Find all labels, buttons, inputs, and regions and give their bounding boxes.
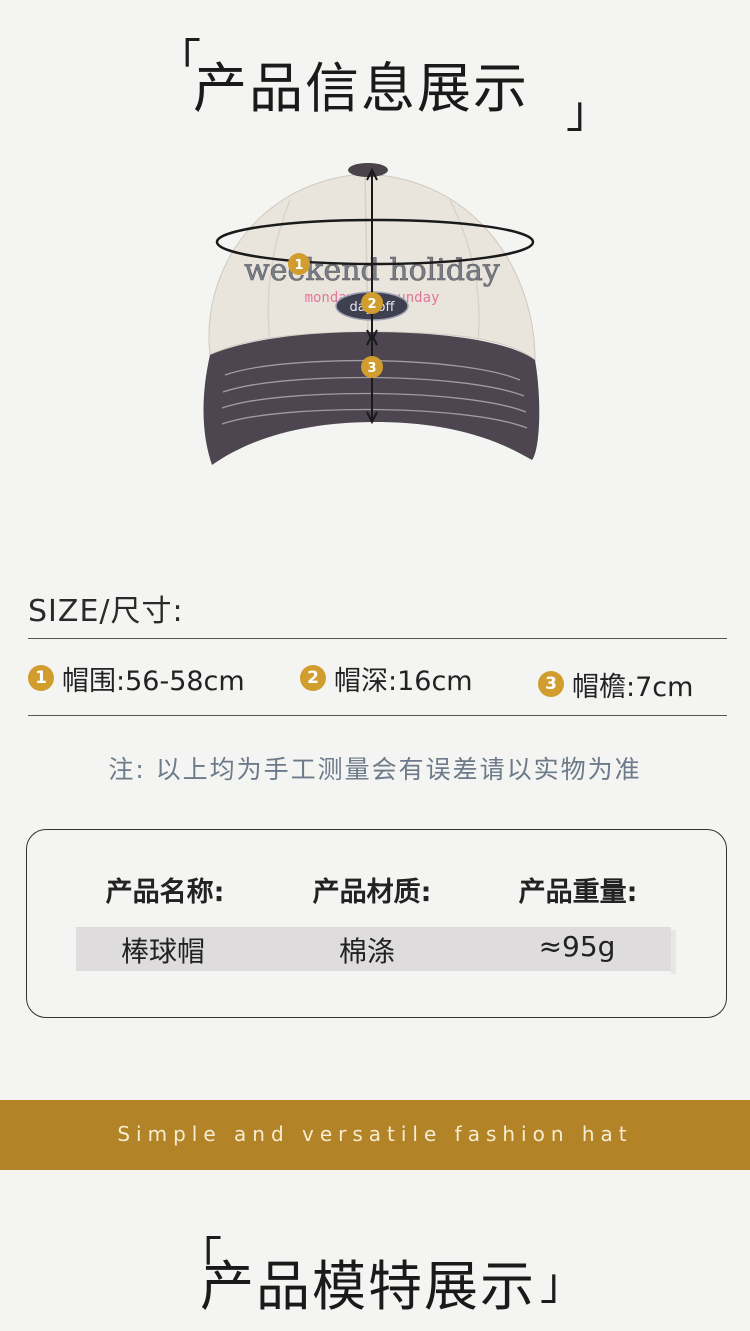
- header-weight: 产品重量:: [518, 877, 638, 908]
- marker-2: 2: [361, 292, 383, 314]
- divider-top: [28, 638, 727, 639]
- product-info-card: [26, 829, 727, 1018]
- marker-1-num: 1: [294, 258, 303, 273]
- marker-3: 3: [361, 356, 383, 378]
- marker-1: 1: [288, 253, 310, 275]
- header-material: 产品材质:: [312, 877, 432, 908]
- measure-3-text: 帽檐:7cm: [572, 671, 694, 703]
- footer-bracket-close: 」: [540, 1259, 584, 1310]
- measurement-note: 注: 以上均为手工测量会有误差请以实物为准: [108, 755, 642, 784]
- measure-brim: 3 帽檐:7cm: [538, 664, 693, 704]
- divider-bottom: [28, 715, 727, 716]
- footer-title: 产品模特展示: [200, 1255, 536, 1318]
- marker-2-num: 2: [367, 297, 376, 312]
- value-material: 棉涤: [338, 935, 395, 968]
- marker-3-num: 3: [367, 361, 376, 376]
- measure-3-num: 3: [538, 671, 564, 697]
- measure-2-num: 2: [300, 665, 326, 691]
- measure-2-text: 帽深:16cm: [334, 665, 473, 697]
- title-bracket-close: 」: [566, 87, 610, 138]
- page-title: 产品信息展示: [193, 57, 529, 120]
- baseball-cap-image: weekend holiday monday to sunday day off…: [203, 163, 540, 465]
- measure-circumference: 1 帽围:56-58cm: [28, 658, 245, 698]
- measure-depth: 2 帽深:16cm: [300, 658, 473, 698]
- measure-1-text: 帽围:56-58cm: [62, 665, 245, 697]
- value-weight: ≈95g: [538, 930, 616, 963]
- measure-1-num: 1: [28, 665, 54, 691]
- size-label: SIZE/尺寸:: [28, 594, 184, 629]
- value-name: 棒球帽: [120, 935, 205, 968]
- header-name: 产品名称:: [105, 877, 225, 908]
- slogan-text: Simple and versatile fashion hat: [117, 1122, 633, 1146]
